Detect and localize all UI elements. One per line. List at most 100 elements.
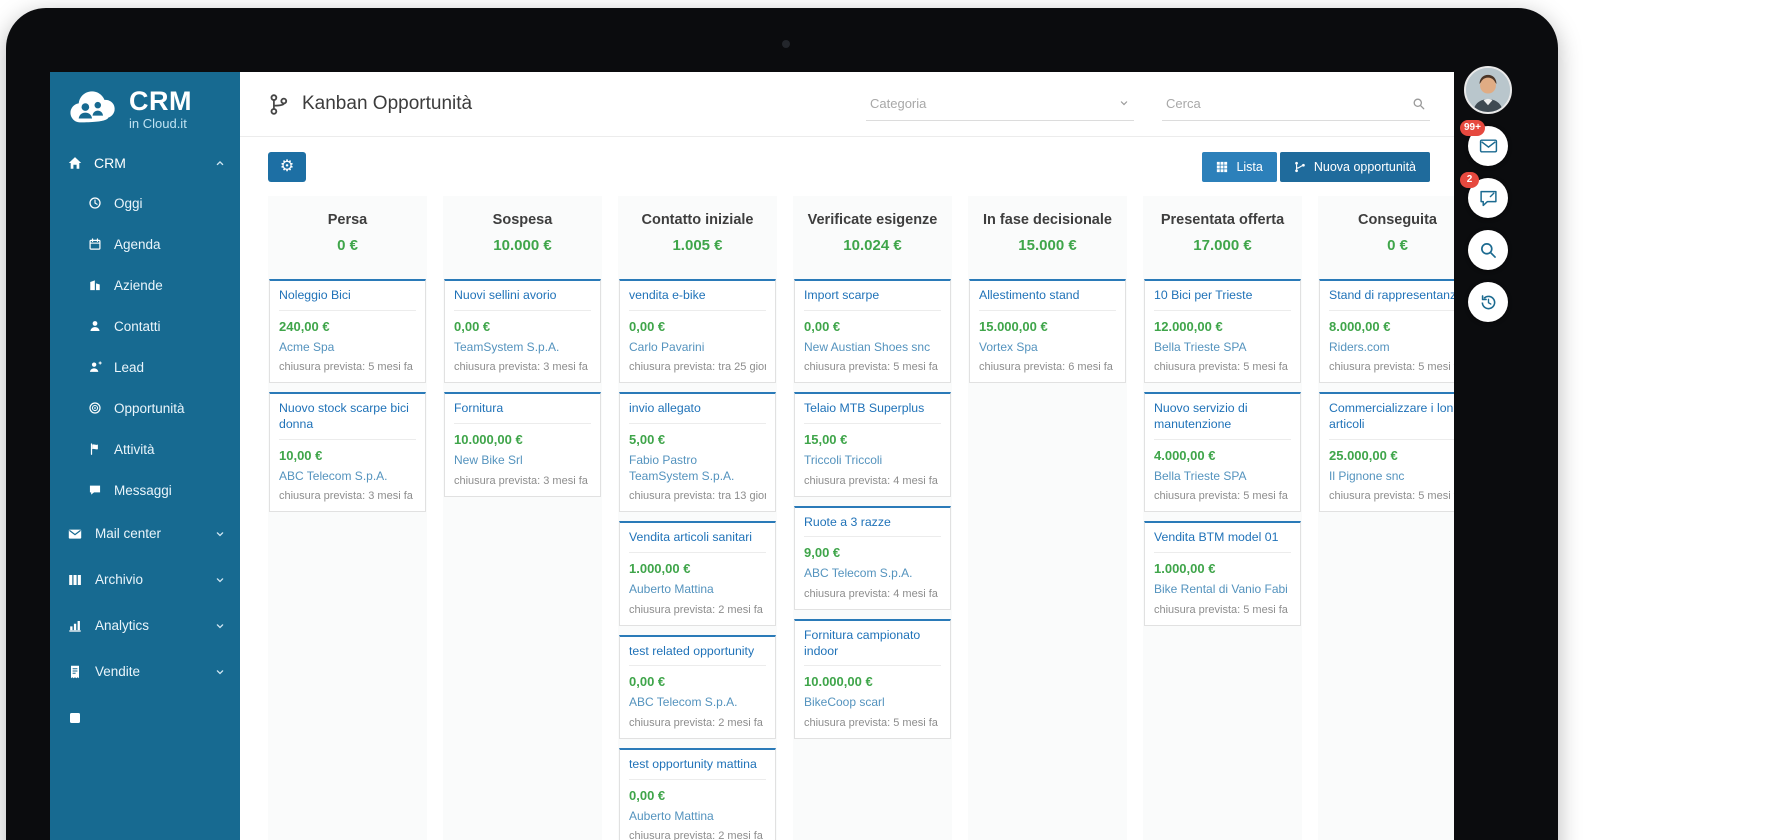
user-avatar[interactable] xyxy=(1464,66,1512,114)
card-company: TeamSystem S.p.A. xyxy=(454,339,560,354)
sidebar-item-partial[interactable] xyxy=(50,695,240,741)
card-title: Noleggio Bici xyxy=(279,288,416,311)
kanban-column: Sospesa 10.000 € Nuovi sellini avorio 0,… xyxy=(443,196,602,840)
search-button[interactable] xyxy=(1468,230,1508,270)
kanban-branch-icon xyxy=(268,93,289,116)
sidebar-item-agenda[interactable]: Agenda xyxy=(50,224,240,265)
card-value: 0,00 € xyxy=(629,787,666,803)
sidebar-section-label: CRM xyxy=(94,154,126,171)
card-value: 4.000,00 € xyxy=(1154,447,1216,463)
card-title: Fornitura campionato indoor xyxy=(804,628,941,667)
opportunity-card[interactable]: Vendita articoli sanitari 1.000,00 € Aub… xyxy=(619,521,776,626)
sidebar-item-messaggi[interactable]: Messaggi xyxy=(50,470,240,511)
opportunity-card[interactable]: test related opportunity 0,00 € ABC Tele… xyxy=(619,634,776,739)
card-value: 25.000,00 € xyxy=(1329,447,1398,463)
sidebar-item-label: Analytics xyxy=(95,618,150,634)
sidebar-section-analytics[interactable]: Analytics xyxy=(50,603,240,649)
card-value: 1.000,00 € xyxy=(629,560,691,576)
mail-button[interactable]: 99+ xyxy=(1460,120,1508,166)
opportunity-card[interactable]: Vendita BTM model 01 1.000,00 € Bike Ren… xyxy=(1144,521,1301,626)
cloud-logo-icon xyxy=(66,88,120,130)
chevron-up-icon xyxy=(214,157,226,169)
sidebar-item-label: Agenda xyxy=(114,236,161,252)
new-opportunity-icon xyxy=(1294,161,1306,173)
history-button[interactable] xyxy=(1468,282,1508,322)
category-select[interactable] xyxy=(866,96,1134,111)
logo-title: CRM xyxy=(129,86,192,116)
opportunity-card[interactable]: Nuovi sellini avorio 0,00 € TeamSystem S… xyxy=(444,279,601,384)
column-title: In fase decisionale xyxy=(983,212,1112,228)
lead-icon xyxy=(88,360,102,374)
card-title: Vendita BTM model 01 xyxy=(1154,530,1291,554)
sidebar-item-label: Vendite xyxy=(95,664,141,680)
sidebar-item-aziende[interactable]: Aziende xyxy=(50,265,240,306)
opportunity-card[interactable]: Telaio MTB Superplus 15,00 € Triccoli Tr… xyxy=(794,392,951,497)
settings-button[interactable]: ⚙ xyxy=(268,152,306,182)
sidebar-section-archivio[interactable]: Archivio xyxy=(50,557,240,603)
card-closing: chiusura prevista: 3 mesi fa xyxy=(454,361,588,374)
company-icon xyxy=(88,278,102,292)
sidebar-item-label: Opportunità xyxy=(114,400,185,416)
new-opportunity-button[interactable]: Nuova opportunità xyxy=(1279,152,1430,182)
column-total: 0 € xyxy=(1387,237,1408,254)
messages-icon xyxy=(88,483,102,497)
opportunity-card[interactable]: Fornitura 10.000,00 € New Bike Srl chius… xyxy=(444,392,601,497)
sidebar-section-vendite[interactable]: Vendite xyxy=(50,649,240,695)
search-input[interactable] xyxy=(1162,96,1430,111)
opportunity-card[interactable]: Noleggio Bici 240,00 € Acme Spa chiusura… xyxy=(269,279,426,384)
list-view-button[interactable]: Lista xyxy=(1202,152,1277,182)
kanban-column: Presentata offerta 17.000 € 10 Bici per … xyxy=(1143,196,1302,840)
column-total: 15.000 € xyxy=(1018,237,1077,254)
card-closing: chiusura prevista: tra 25 giorni xyxy=(629,361,766,374)
opportunity-card[interactable]: Nuovo servizio di manutenzione 4.000,00 … xyxy=(1144,392,1301,513)
sidebar-item-lead[interactable]: Lead xyxy=(50,347,240,388)
tablet-frame: CRM in Cloud.it CRM Oggi Agenda Aziende … xyxy=(6,8,1558,840)
opportunity-card[interactable]: Fornitura campionato indoor 10.000,00 € … xyxy=(794,618,951,740)
opportunity-card[interactable]: Nuovo stock scarpe bici donna 10,00 € AB… xyxy=(269,392,426,513)
column-cards: vendita e-bike 0,00 € Carlo Pavarini chi… xyxy=(618,279,777,840)
column-total: 17.000 € xyxy=(1193,237,1252,254)
page-header: Kanban Opportunità xyxy=(240,72,1454,137)
opportunity-card[interactable]: Commercializzare i lon articoli 25.000,0… xyxy=(1319,392,1454,513)
card-closing: chiusura prevista: 5 mesi fa xyxy=(1329,490,1454,503)
grid-icon xyxy=(1216,161,1228,173)
card-closing: chiusura prevista: 4 mesi fa xyxy=(804,587,938,600)
calendar-icon xyxy=(88,237,102,251)
sidebar-item-attivita[interactable]: Attività xyxy=(50,429,240,470)
sidebar-section-mail-center[interactable]: Mail center xyxy=(50,511,240,557)
mail-badge: 99+ xyxy=(1460,120,1485,136)
sidebar-section-crm[interactable]: CRM xyxy=(50,143,240,183)
opportunity-card[interactable]: Import scarpe 0,00 € New Austian Shoes s… xyxy=(794,279,951,384)
search-icon[interactable] xyxy=(1412,97,1426,111)
card-value: 9,00 € xyxy=(804,545,841,561)
card-closing: chiusura prevista: 5 mesi fa xyxy=(1154,361,1288,374)
sidebar: CRM in Cloud.it CRM Oggi Agenda Aziende … xyxy=(50,72,240,840)
card-title: test related opportunity xyxy=(629,644,766,667)
opportunity-card[interactable]: invio allegato 5,00 € Fabio Pastro TeamS… xyxy=(619,392,776,513)
card-value: 15,00 € xyxy=(804,432,848,448)
card-title: Import scarpe xyxy=(804,288,941,311)
sidebar-item-oggi[interactable]: Oggi xyxy=(50,183,240,224)
card-title: Nuovo servizio di manutenzione xyxy=(1154,401,1291,440)
card-value: 15.000,00 € xyxy=(979,318,1048,334)
camera-icon xyxy=(782,40,790,48)
kanban-column: Conseguita 0 € Stand di rappresentanza 8… xyxy=(1318,196,1454,840)
chat-button[interactable]: 2 xyxy=(1460,172,1508,218)
opportunity-card[interactable]: Ruote a 3 razze 9,00 € ABC Telecom S.p.A… xyxy=(794,505,951,610)
opportunity-card[interactable]: test opportunity mattina 0,00 € Auberto … xyxy=(619,747,776,840)
sidebar-item-opportunita[interactable]: Opportunità xyxy=(50,388,240,429)
opportunity-card[interactable]: 10 Bici per Trieste 12.000,00 € Bella Tr… xyxy=(1144,279,1301,384)
chevron-down-icon[interactable] xyxy=(1118,97,1130,109)
opportunity-card[interactable]: Allestimento stand 15.000,00 € Vortex Sp… xyxy=(969,279,1126,384)
opportunity-target-icon xyxy=(88,401,102,415)
sidebar-item-contatti[interactable]: Contatti xyxy=(50,306,240,347)
mail-icon xyxy=(1479,137,1498,155)
contacts-icon xyxy=(88,319,102,333)
card-title: 10 Bici per Trieste xyxy=(1154,288,1291,311)
opportunity-card[interactable]: vendita e-bike 0,00 € Carlo Pavarini chi… xyxy=(619,279,776,384)
opportunity-card[interactable]: Stand di rappresentanza 8.000,00 € Rider… xyxy=(1319,279,1454,384)
kanban-column: Contatto iniziale 1.005 € vendita e-bike… xyxy=(618,196,777,840)
card-company: BikeCoop scarl xyxy=(804,695,885,710)
app-logo[interactable]: CRM in Cloud.it xyxy=(50,72,240,143)
card-company: Bella Trieste SPA xyxy=(1154,339,1247,354)
